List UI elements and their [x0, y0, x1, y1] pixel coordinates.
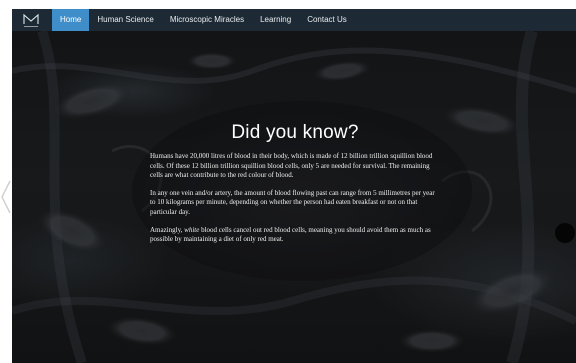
top-navbar: Home Human Science Microscopic Miracles …	[12, 9, 576, 31]
main-content: Did you know? Humans have 20,000 litres …	[150, 122, 440, 253]
site-logo[interactable]	[18, 9, 44, 31]
nav-item-contact-us[interactable]: Contact Us	[299, 9, 355, 31]
paragraph-3-start: Amazingly,	[150, 225, 185, 234]
page-title: Did you know?	[231, 122, 359, 143]
nav-item-human-science[interactable]: Human Science	[89, 9, 161, 31]
nav-item-microscopic-miracles[interactable]: Microscopic Miracles	[162, 9, 252, 31]
carousel-dot[interactable]	[555, 223, 575, 243]
paragraph-3: Amazingly, white blood cells cancel out …	[150, 226, 440, 245]
paragraph-2: In any one vein and/or artery, the amoun…	[150, 188, 435, 216]
paragraph-3-emphasis: white	[184, 225, 200, 234]
m-logo-icon	[23, 13, 39, 27]
chevron-left-icon[interactable]	[0, 179, 12, 215]
paragraph-1: Humans have 20,000 litres of blood in th…	[150, 152, 433, 180]
page: Home Human Science Microscopic Miracles …	[0, 0, 576, 363]
nav-item-home[interactable]: Home	[52, 9, 90, 31]
nav-item-learning[interactable]: Learning	[252, 9, 299, 31]
